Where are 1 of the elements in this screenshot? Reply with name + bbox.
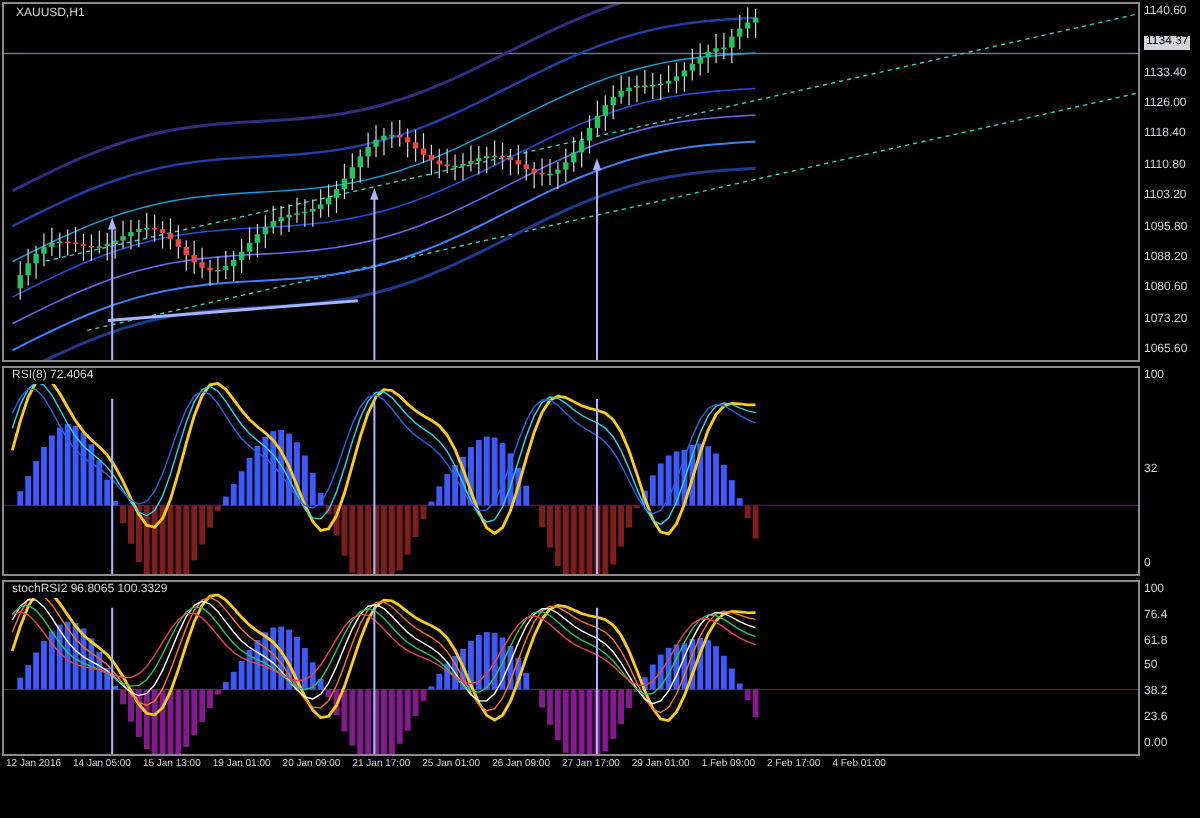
up-arrow — [108, 217, 117, 360]
